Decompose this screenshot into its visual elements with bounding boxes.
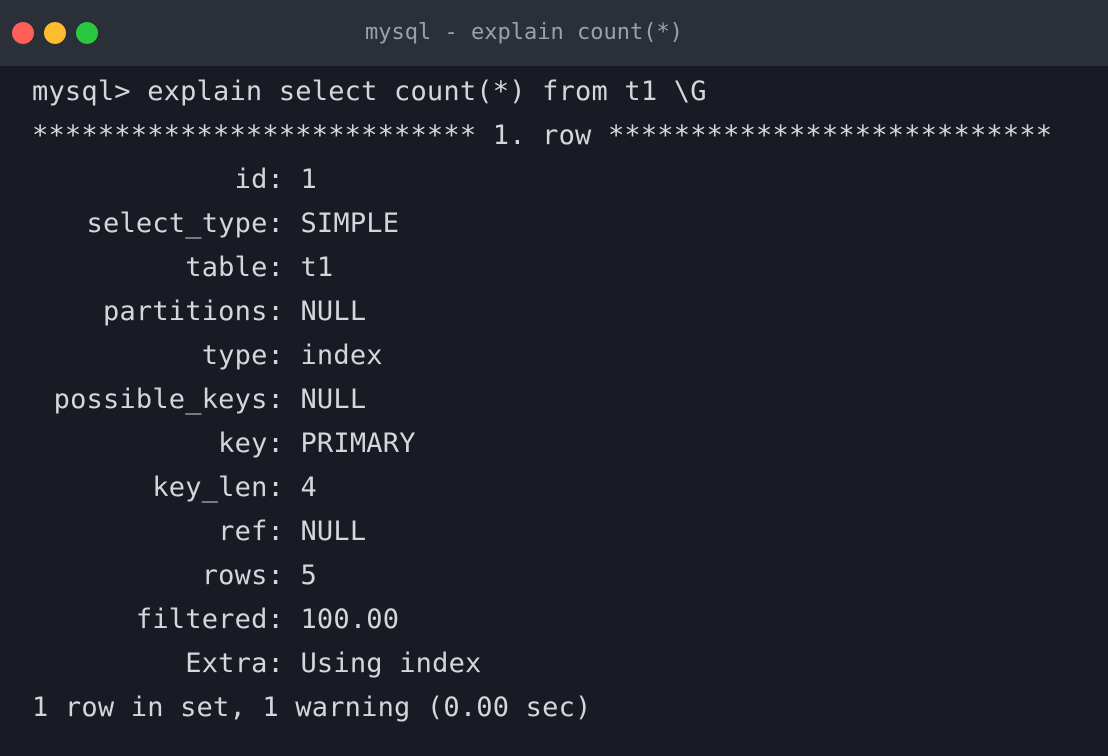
field-label: rows:: [201, 560, 284, 591]
explain-fields: id: 1 select_type: SIMPLE table: t1 partiti…: [32, 158, 1092, 686]
field-value: index: [300, 340, 383, 371]
explain-field-row: key: PRIMARY: [32, 422, 1092, 466]
field-value: NULL: [300, 384, 367, 415]
field-value: SIMPLE: [300, 208, 400, 239]
field-label: partitions:: [102, 296, 284, 327]
field-label: select_type:: [86, 208, 284, 239]
field-label: type:: [201, 340, 284, 371]
command-line: mysql> explain select count(*) from t1 \…: [32, 76, 707, 107]
window-title: mysql - explain count(*): [365, 20, 683, 45]
explain-field-row: select_type: SIMPLE: [32, 202, 1092, 246]
explain-field-row: key_len: 4: [32, 466, 1092, 510]
explain-field-row: type: index: [32, 334, 1092, 378]
field-value: 100.00: [300, 604, 400, 635]
explain-field-row: ref: NULL: [32, 510, 1092, 554]
field-value: Using index: [300, 648, 482, 679]
explain-field-row: id: 1: [32, 158, 1092, 202]
explain-field-row: Extra: Using index: [32, 642, 1092, 686]
explain-field-row: filtered: 100.00: [32, 598, 1092, 642]
terminal-window: mysql - explain count(*) mysql> explain …: [0, 0, 1108, 756]
explain-field-row: possible_keys: NULL: [32, 378, 1092, 422]
explain-field-row: rows: 5: [32, 554, 1092, 598]
field-label: Extra:: [185, 648, 284, 679]
field-label: ref:: [218, 516, 284, 547]
title-bar: mysql - explain count(*): [0, 0, 1108, 66]
result-summary: 1 row in set, 1 warning (0.00 sec): [32, 692, 592, 723]
row-header: *************************** 1. row *****…: [32, 120, 1053, 151]
field-value: 1: [300, 164, 317, 195]
field-label: key:: [218, 428, 284, 459]
field-value: NULL: [300, 516, 367, 547]
field-label: possible_keys:: [53, 384, 284, 415]
field-label: table:: [185, 252, 284, 283]
field-value: 4: [300, 472, 317, 503]
field-label: id:: [234, 164, 284, 195]
terminal-output[interactable]: mysql> explain select count(*) from t1 \…: [32, 70, 1092, 730]
field-value: 5: [300, 560, 317, 591]
field-value: NULL: [300, 296, 367, 327]
explain-field-row: partitions: NULL: [32, 290, 1092, 334]
field-value: PRIMARY: [300, 428, 416, 459]
field-label: key_len:: [152, 472, 284, 503]
field-value: t1: [300, 252, 334, 283]
explain-field-row: table: t1: [32, 246, 1092, 290]
field-label: filtered:: [135, 604, 284, 635]
